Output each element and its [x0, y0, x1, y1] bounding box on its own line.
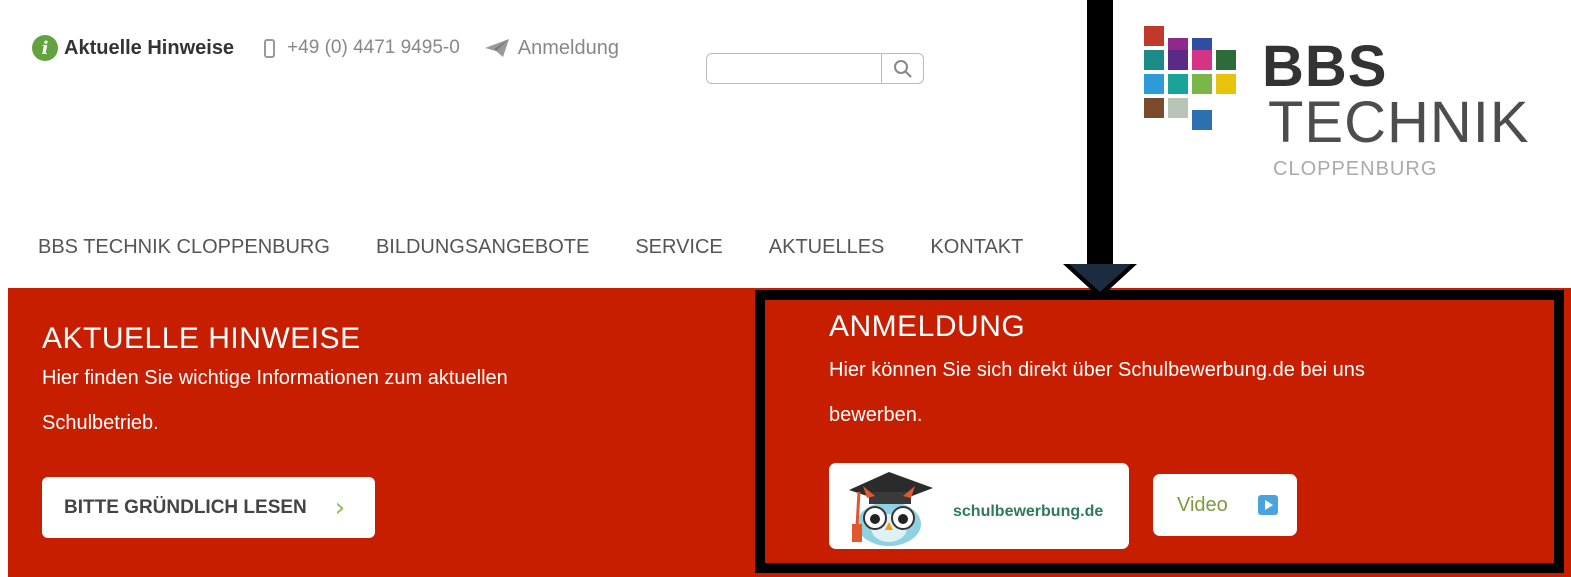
nav-item-service[interactable]: SERVICE: [635, 236, 722, 259]
anmeldung-label: Anmeldung: [517, 36, 619, 59]
logo-square: [1168, 50, 1188, 70]
logo-line-cloppenburg: CLOPPENBURG: [1273, 158, 1438, 180]
anmeldung-text-line2: bewerben.: [829, 404, 923, 426]
nav-item-aktuelles[interactable]: AKTUELLES: [769, 236, 885, 259]
phone-number: +49 (0) 4471 9495-0: [287, 37, 460, 58]
anmeldung-panel: ANMELDUNG Hier können Sie sich direkt üb…: [829, 310, 1529, 438]
nav-item-bildungsangebote[interactable]: BILDUNGSANGEBOTE: [376, 236, 589, 259]
logo-square: [1144, 26, 1164, 46]
aktuelle-hinweise-text-line1: Hier finden Sie wichtige Informationen z…: [42, 367, 508, 389]
video-button[interactable]: Video: [1153, 474, 1297, 536]
anmeldung-text-line1: Hier können Sie sich direkt über Schulbe…: [829, 359, 1365, 381]
logo-square: [1144, 74, 1164, 94]
bitte-gruendlich-lesen-label: BITTE GRÜNDLICH LESEN: [64, 496, 307, 518]
search-button[interactable]: [881, 54, 924, 83]
aktuelle-hinweise-link[interactable]: Aktuelle Hinweise: [64, 37, 234, 60]
video-label: Video: [1177, 493, 1228, 516]
search-input[interactable]: [707, 54, 881, 83]
schulbewerbung-button[interactable]: schulbewerbung.de: [829, 463, 1129, 549]
main-navigation: BBS TECHNIK CLOPPENBURG BILDUNGSANGEBOTE…: [38, 236, 1069, 259]
schulbewerbung-label: schulbewerbung.de: [953, 503, 1104, 520]
aktuelle-hinweise-title: AKTUELLE HINWEISE: [42, 322, 361, 355]
logo-line-technik: TECHNIK: [1268, 90, 1530, 155]
bbs-technik-logo[interactable]: BBS TECHNIK CLOPPENBURG: [1140, 26, 1529, 186]
top-utility-bar: i Aktuelle Hinweise +49 (0) 4471 9495-0 …: [32, 32, 619, 64]
annotation-arrow-head-inner: [1069, 264, 1131, 292]
owl-mascot-icon: [849, 472, 933, 546]
search-icon: [894, 59, 912, 78]
logo-square: [1192, 50, 1212, 70]
logo-square: [1216, 50, 1236, 70]
annotation-arrow-shaft: [1087, 0, 1113, 266]
paper-plane-icon: [484, 39, 509, 57]
logo-square: [1192, 74, 1212, 94]
logo-square: [1168, 74, 1188, 94]
chevron-right-icon: ›: [334, 492, 346, 523]
play-icon: [1257, 495, 1278, 515]
logo-square: [1144, 50, 1164, 70]
nav-item-bbs-technik-cloppenburg[interactable]: BBS TECHNIK CLOPPENBURG: [38, 236, 330, 259]
phone-link[interactable]: +49 (0) 4471 9495-0: [264, 37, 460, 59]
anmeldung-link[interactable]: Anmeldung: [484, 37, 619, 60]
phone-icon: [264, 38, 276, 58]
logo-square: [1144, 98, 1164, 118]
aktuelle-hinweise-text-line2: Schulbetrieb.: [42, 412, 159, 434]
info-icon[interactable]: i: [32, 35, 58, 61]
search-box: [706, 53, 924, 84]
nav-item-kontakt[interactable]: KONTAKT: [930, 236, 1023, 259]
logo-square: [1216, 74, 1236, 94]
anmeldung-title: ANMELDUNG: [829, 310, 1026, 343]
bitte-gruendlich-lesen-button[interactable]: BITTE GRÜNDLICH LESEN ›: [42, 477, 375, 538]
logo-square: [1192, 110, 1212, 130]
logo-line-bbs: BBS: [1262, 34, 1388, 99]
aktuelle-hinweise-panel: AKTUELLE HINWEISE Hier finden Sie wichti…: [42, 322, 682, 446]
logo-square: [1168, 98, 1188, 118]
